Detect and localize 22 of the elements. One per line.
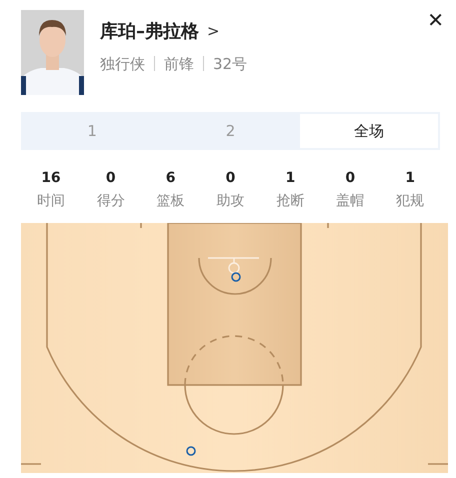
stat-value: 16 <box>40 169 62 188</box>
period-tab[interactable]: 全场 <box>300 114 438 148</box>
stat-value: 1 <box>284 169 296 188</box>
stat-label: 犯规 <box>395 192 426 211</box>
stat-value: 1 <box>404 169 416 188</box>
close-button[interactable]: ✕ <box>423 10 448 30</box>
stat-label: 盖帽 <box>335 192 366 211</box>
stat-value: 0 <box>104 169 117 188</box>
player-info: 独行侠 <box>100 55 145 73</box>
player-info: 前锋 <box>164 55 194 73</box>
stat-label: 得分 <box>96 192 126 211</box>
hoop-drawing <box>207 257 260 274</box>
stat-label: 助攻 <box>216 192 246 211</box>
stat-value: 6 <box>164 169 177 188</box>
player-info: 32号 <box>213 55 248 73</box>
player-name[interactable]: 库珀–弗拉格 <box>100 18 199 45</box>
stat-value: 0 <box>344 169 356 188</box>
stat-label: 篮板 <box>156 192 186 211</box>
stat-value: 0 <box>224 169 236 188</box>
stat-label: 抢断 <box>275 192 306 211</box>
chevron-icon[interactable]: > <box>207 20 220 43</box>
stat-label: 时间 <box>36 192 66 211</box>
